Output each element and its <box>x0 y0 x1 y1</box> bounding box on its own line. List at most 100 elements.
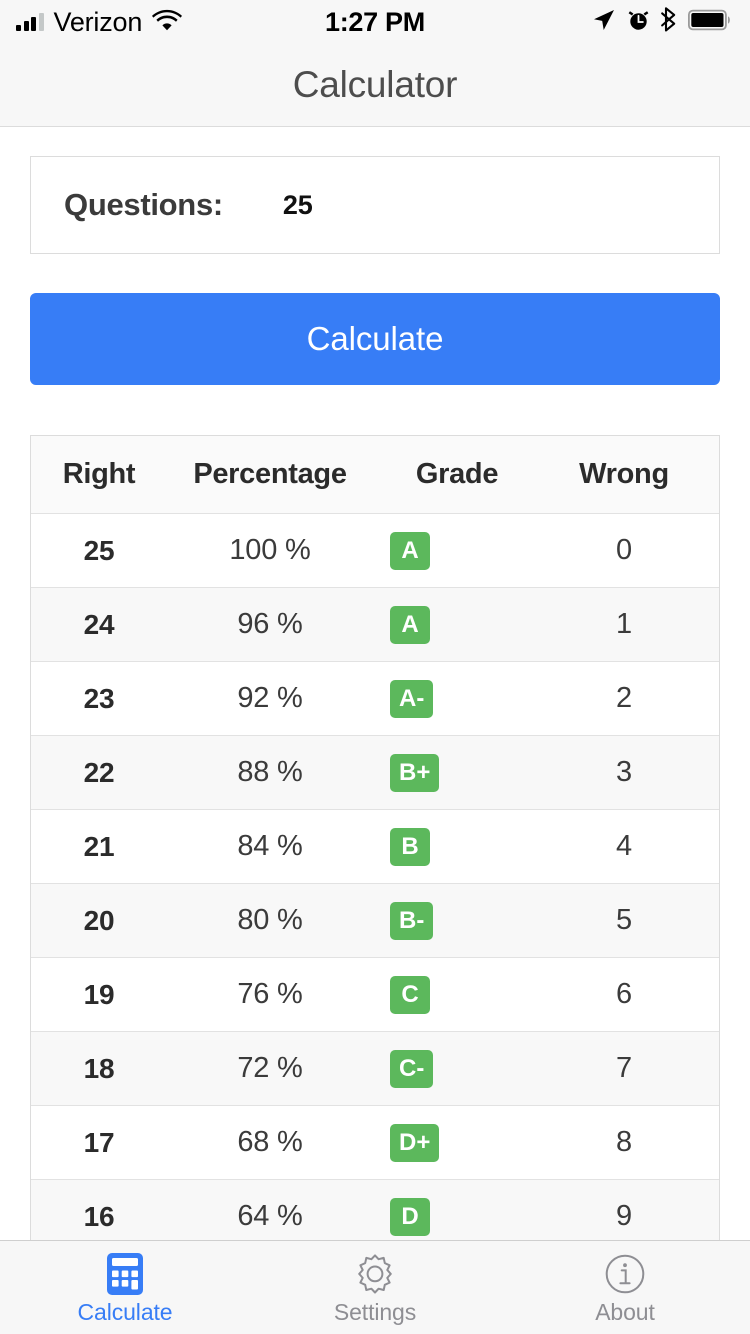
percentage-value: 84 % <box>237 830 303 862</box>
grade-badge: D+ <box>390 1123 440 1162</box>
column-header-percentage: Percentage <box>193 458 347 490</box>
percentage-value: 68 % <box>237 1126 303 1158</box>
cell-grade: B <box>373 827 541 866</box>
cell-grade: B- <box>373 901 541 940</box>
cell-right: 17 <box>31 1127 167 1159</box>
cell-wrong: 0 <box>541 534 719 567</box>
percentage-value: 92 % <box>237 682 303 714</box>
cell-percentage: 92 % <box>167 682 373 715</box>
cell-wrong: 1 <box>541 608 719 641</box>
right-value: 18 <box>83 1052 115 1084</box>
right-value: 23 <box>83 682 115 714</box>
right-value: 21 <box>83 830 115 862</box>
questions-value[interactable]: 25 <box>283 190 313 221</box>
grade-badge: B- <box>390 901 434 940</box>
cell-grade: C <box>373 975 541 1014</box>
grade-badge: B <box>390 827 430 866</box>
right-value: 25 <box>83 534 115 566</box>
percentage-value: 80 % <box>237 904 303 936</box>
table-row: 21 84 % B 4 <box>31 810 719 884</box>
wrong-value: 5 <box>616 904 632 936</box>
table-row: 17 68 % D+ 8 <box>31 1106 719 1180</box>
percentage-value: 64 % <box>237 1200 303 1232</box>
wrong-value: 0 <box>616 534 632 566</box>
cell-wrong: 3 <box>541 756 719 789</box>
cell-percentage: 96 % <box>167 608 373 641</box>
questions-field[interactable]: Questions: 25 <box>30 156 720 254</box>
grade-badge: B+ <box>390 753 440 792</box>
app-root: Verizon 1:27 PM Calculator Questions: 25… <box>0 0 750 1334</box>
column-header-grade: Grade <box>415 458 499 490</box>
wrong-value: 1 <box>616 608 632 640</box>
tab-label-about: About <box>595 1298 655 1325</box>
percentage-value: 96 % <box>237 608 303 640</box>
cell-percentage: 84 % <box>167 830 373 863</box>
cell-percentage: 68 % <box>167 1126 373 1159</box>
right-value: 19 <box>83 978 115 1010</box>
wrong-value: 7 <box>616 1052 632 1084</box>
grade-badge: D <box>390 1197 430 1236</box>
cell-wrong: 2 <box>541 682 719 715</box>
cell-right: 25 <box>31 535 167 567</box>
tab-label-calculate: Calculate <box>77 1298 173 1325</box>
tab-settings[interactable]: Settings <box>250 1241 500 1334</box>
info-circle-icon <box>603 1252 647 1296</box>
cell-wrong: 4 <box>541 830 719 863</box>
right-value: 16 <box>83 1200 115 1232</box>
grade-badge: A <box>390 531 430 570</box>
table-row: 24 96 % A 1 <box>31 588 719 662</box>
navigation-bar: Calculator <box>0 44 750 127</box>
cell-percentage: 64 % <box>167 1200 373 1233</box>
table-row: 22 88 % B+ 3 <box>31 736 719 810</box>
cell-percentage: 76 % <box>167 978 373 1011</box>
right-value: 17 <box>83 1126 115 1158</box>
cell-grade: D+ <box>373 1123 541 1162</box>
table-header-row: Right Percentage Grade Wrong <box>31 436 719 514</box>
table-row: 16 64 % D 9 <box>31 1180 719 1240</box>
wrong-value: 4 <box>616 830 632 862</box>
column-header-wrong: Wrong <box>579 458 669 490</box>
table-row: 25 100 % A 0 <box>31 514 719 588</box>
table-row: 18 72 % C- 7 <box>31 1032 719 1106</box>
percentage-value: 76 % <box>237 978 303 1010</box>
cell-wrong: 8 <box>541 1126 719 1159</box>
cell-right: 23 <box>31 683 167 715</box>
table-row: 20 80 % B- 5 <box>31 884 719 958</box>
cell-percentage: 80 % <box>167 904 373 937</box>
cell-grade: B+ <box>373 753 541 792</box>
grade-badge: C- <box>390 1049 434 1088</box>
cell-right: 24 <box>31 609 167 641</box>
cell-grade: D <box>373 1197 541 1236</box>
cell-wrong: 9 <box>541 1200 719 1233</box>
cell-grade: C- <box>373 1049 541 1088</box>
calculate-button[interactable]: Calculate <box>30 293 720 385</box>
cell-percentage: 88 % <box>167 756 373 789</box>
grade-badge: A- <box>390 679 434 718</box>
percentage-value: 100 % <box>229 534 311 566</box>
wrong-value: 3 <box>616 756 632 788</box>
grade-badge: C <box>390 975 430 1014</box>
status-bar-clock: 1:27 PM <box>325 6 425 37</box>
cell-grade: A <box>373 531 541 570</box>
cell-percentage: 72 % <box>167 1052 373 1085</box>
gear-icon <box>353 1252 397 1296</box>
cell-wrong: 6 <box>541 978 719 1011</box>
wrong-value: 8 <box>616 1126 632 1158</box>
cell-grade: A- <box>373 679 541 718</box>
main-content: Questions: 25 Calculate Right Percentage… <box>0 127 750 1240</box>
right-value: 22 <box>83 756 115 788</box>
tab-calculate[interactable]: Calculate <box>0 1241 250 1334</box>
cell-percentage: 100 % <box>167 534 373 567</box>
percentage-value: 72 % <box>237 1052 303 1084</box>
tab-about[interactable]: About <box>500 1241 750 1334</box>
right-value: 20 <box>83 904 115 936</box>
questions-label: Questions: <box>64 187 223 222</box>
cell-right: 21 <box>31 831 167 863</box>
grade-table-body: 25 100 % A 0 24 96 % A 1 23 92 % A- 2 22 88 % B+ 3 21 84 … <box>31 514 719 1240</box>
cell-right: 16 <box>31 1201 167 1233</box>
cell-right: 19 <box>31 979 167 1011</box>
page-title: Calculator <box>292 64 458 105</box>
cell-right: 22 <box>31 757 167 789</box>
wrong-value: 9 <box>616 1200 632 1232</box>
column-header-right: Right <box>62 458 136 490</box>
